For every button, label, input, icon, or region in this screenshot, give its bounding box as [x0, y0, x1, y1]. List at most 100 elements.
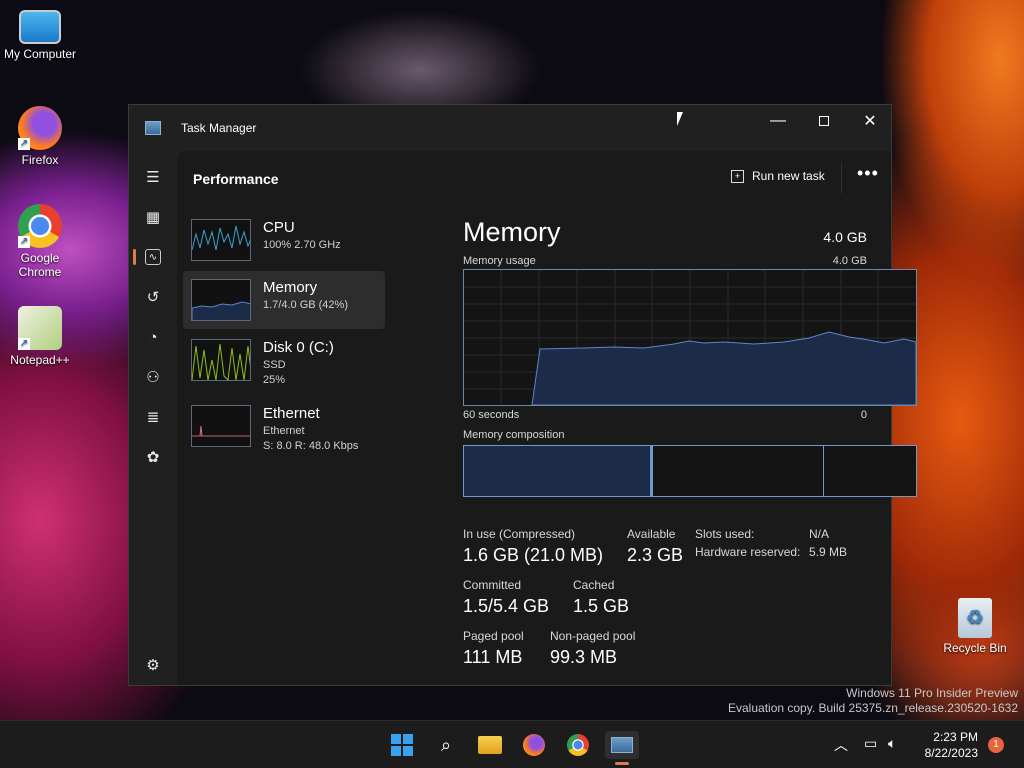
firefox-icon: ↗: [18, 106, 62, 150]
start-button[interactable]: [388, 731, 416, 759]
file-explorer-button[interactable]: [476, 731, 504, 759]
task-manager-icon: [611, 737, 633, 753]
windows-watermark: Windows 11 Pro Insider Preview Evaluatio…: [728, 686, 1018, 716]
non-paged-pool-value: 99.3 MB: [550, 647, 618, 667]
perf-item-cpu[interactable]: CPU 100% 2.70 GHz: [183, 211, 385, 269]
watermark-line-1: Windows 11 Pro Insider Preview: [846, 686, 1018, 700]
composition-standby: [652, 446, 824, 496]
desktop-icon-label: Google Chrome: [18, 251, 62, 279]
graph-axis-left: 60 seconds: [463, 409, 520, 421]
memory-composition-bar: [463, 445, 917, 497]
perf-item-ethernet[interactable]: Ethernet Ethernet S: 8.0 R: 48.0 Kbps: [183, 397, 385, 455]
hardware-reserved-value: 5.9 MB: [809, 545, 848, 559]
clock-time: 2:23 PM: [933, 730, 978, 744]
run-new-task-label: Run new task: [752, 169, 825, 183]
perf-item-detail: Ethernet: [263, 425, 305, 437]
app-history-icon[interactable]: ↺: [141, 285, 165, 309]
perf-item-detail: SSD: [263, 359, 286, 371]
task-manager-taskbar-button[interactable]: [605, 731, 639, 759]
slots-used-value: N/A: [809, 527, 830, 541]
watermark-line-2: Evaluation copy. Build 25375.zn_release.…: [728, 701, 1018, 715]
notification-badge[interactable]: 1: [988, 737, 1004, 753]
task-manager-window: Task Manager — ✕ ☰ ▦ ∿ ↺ ◔ ⚇ ≣ ✿ ⚙ Perfo…: [128, 104, 917, 686]
network-icon[interactable]: ▭: [864, 735, 877, 752]
memory-usage-label: Memory usage: [463, 255, 536, 267]
memory-usage-graph: [463, 269, 917, 406]
performance-icon[interactable]: ∿: [145, 249, 161, 265]
disk-thumbnail-graph: [191, 339, 251, 381]
chrome-taskbar-button[interactable]: [564, 731, 592, 759]
hamburger-menu-icon[interactable]: ☰: [141, 165, 165, 189]
chrome-icon: ↗: [18, 204, 62, 248]
memory-usage-area: [531, 331, 917, 406]
users-icon[interactable]: ⚇: [141, 365, 165, 389]
in-use-label: In use (Compressed): [463, 527, 576, 541]
ethernet-thumbnail-graph: [191, 405, 251, 447]
perf-item-detail: 100% 2.70 GHz: [263, 239, 341, 251]
chrome-icon: [567, 734, 589, 756]
perf-item-name: CPU: [263, 219, 295, 236]
memory-composition-label: Memory composition: [463, 429, 565, 441]
active-app-indicator: [615, 762, 629, 765]
desktop-icon-label: Firefox: [21, 153, 59, 167]
available-label: Available: [627, 527, 676, 541]
desktop-icon-chrome[interactable]: ↗ Google Chrome: [0, 204, 80, 279]
perf-item-detail-2: S: 8.0 R: 48.0 Kbps: [263, 440, 359, 452]
mouse-cursor-icon: [677, 112, 683, 126]
taskbar: ⌕ ︿ ▭ 🔈︎ 2:23 PM 8/22/2023 1: [0, 720, 1024, 768]
memory-usage-max: 4.0 GB: [832, 255, 867, 267]
perf-item-detail-2: 25%: [263, 374, 286, 386]
memory-thumbnail-graph: [191, 279, 251, 321]
non-paged-pool-label: Non-paged pool: [550, 629, 636, 643]
windows-logo-icon: [391, 734, 413, 756]
left-navigation: ☰ ▦ ∿ ↺ ◔ ⚇ ≣ ✿ ⚙: [129, 151, 177, 685]
perf-item-disk[interactable]: Disk 0 (C:) SSD 25%: [183, 331, 385, 389]
hardware-reserved-label: Hardware reserved:: [695, 545, 801, 559]
task-manager-app-icon: [145, 121, 161, 135]
clock[interactable]: 2:23 PM 8/22/2023: [925, 729, 978, 761]
services-icon[interactable]: ✿: [141, 445, 165, 469]
committed-value: 1.5/5.4 GB: [463, 596, 550, 616]
active-nav-indicator: [133, 249, 136, 265]
desktop-icon-notepadpp[interactable]: ↗ Notepad++: [0, 306, 80, 367]
perf-item-memory[interactable]: Memory 1.7/4.0 GB (42%): [183, 271, 385, 329]
maximize-icon: [819, 116, 829, 126]
in-use-value: 1.6 GB (21.0 MB): [463, 545, 604, 565]
perf-item-name: Disk 0 (C:): [263, 339, 334, 356]
desktop-icon-recycle-bin[interactable]: ♻ Recycle Bin: [935, 598, 1015, 655]
paged-pool-label: Paged pool: [463, 629, 524, 643]
composition-free: [824, 446, 916, 496]
maximize-button[interactable]: [801, 105, 847, 137]
window-title: Task Manager: [181, 121, 257, 135]
cached-label: Cached: [573, 578, 615, 592]
desktop-icon-firefox[interactable]: ↗ Firefox: [0, 106, 80, 167]
monitor-icon: [19, 10, 61, 44]
more-options-button[interactable]: •••: [857, 163, 879, 184]
search-icon: ⌕: [440, 734, 452, 755]
perf-item-detail: 1.7/4.0 GB (42%): [263, 299, 348, 311]
processes-icon[interactable]: ▦: [141, 205, 165, 229]
slots-used-label: Slots used:: [695, 527, 755, 541]
run-new-task-button[interactable]: + Run new task: [731, 169, 825, 183]
cpu-thumbnail-graph: [191, 219, 251, 261]
close-button[interactable]: ✕: [847, 105, 893, 137]
show-hidden-icons-button[interactable]: ︿: [834, 735, 848, 755]
composition-in-use: [464, 446, 652, 496]
volume-icon[interactable]: 🔈︎: [888, 735, 896, 752]
graph-axis-right: 0: [860, 409, 867, 421]
minimize-button[interactable]: —: [755, 105, 801, 137]
available-value: 2.3 GB: [627, 545, 684, 565]
chevron-up-icon: ︿: [834, 737, 848, 753]
startup-apps-icon[interactable]: ◔: [141, 325, 165, 349]
toolbar-divider: [841, 163, 842, 193]
settings-gear-icon[interactable]: ⚙: [141, 653, 165, 677]
search-button[interactable]: ⌕: [432, 731, 460, 759]
page-title: Performance: [193, 171, 279, 187]
desktop-icon-my-computer[interactable]: My Computer: [0, 10, 80, 61]
memory-heading: Memory: [463, 217, 561, 247]
paged-pool-value: 111 MB: [463, 647, 523, 667]
title-bar[interactable]: Task Manager — ✕: [129, 105, 891, 151]
desktop-icon-label: Recycle Bin: [943, 641, 1007, 655]
firefox-taskbar-button[interactable]: [520, 731, 548, 759]
details-icon[interactable]: ≣: [141, 405, 165, 429]
